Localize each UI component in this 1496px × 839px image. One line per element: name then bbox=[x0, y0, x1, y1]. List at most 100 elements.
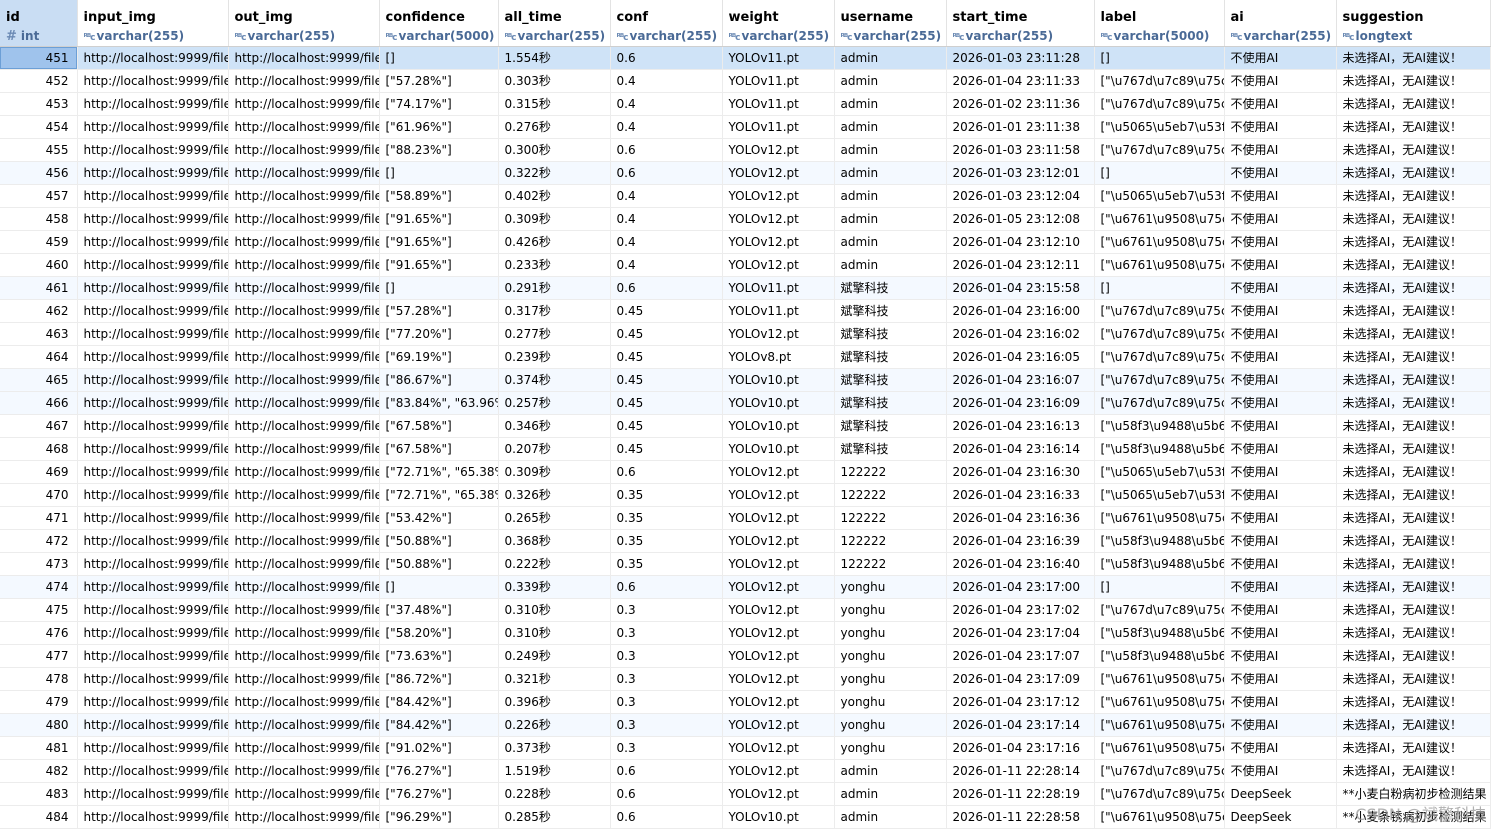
cell-out-img[interactable]: http://localhost:9999/file bbox=[228, 92, 380, 116]
cell-ai[interactable]: 不使用AI bbox=[1224, 115, 1337, 139]
cell-id[interactable]: 474 bbox=[0, 575, 78, 599]
cell-suggestion[interactable]: 未选择AI，无AI建议！ bbox=[1336, 69, 1491, 93]
cell-confidence[interactable]: ["57.28%"] bbox=[379, 69, 499, 93]
cell-input-img[interactable]: http://localhost:9999/file bbox=[77, 598, 229, 622]
cell-start-time[interactable]: 2026-01-04 23:17:09 bbox=[946, 667, 1095, 691]
cell-all-time[interactable]: 0.322秒 bbox=[498, 161, 611, 185]
cell-confidence[interactable]: ["86.72%"] bbox=[379, 667, 499, 691]
cell-username[interactable]: 斌擎科技 bbox=[834, 391, 947, 415]
cell-all-time[interactable]: 0.315秒 bbox=[498, 92, 611, 116]
cell-weight[interactable]: YOLOv10.pt bbox=[722, 368, 835, 392]
cell-ai[interactable]: 不使用AI bbox=[1224, 644, 1337, 668]
cell-start-time[interactable]: 2026-01-04 23:16:09 bbox=[946, 391, 1095, 415]
cell-label[interactable]: ["\u5065\u5eb7\u53f bbox=[1094, 184, 1225, 208]
cell-conf[interactable]: 0.45 bbox=[610, 322, 723, 346]
cell-username[interactable]: 斌擎科技 bbox=[834, 368, 947, 392]
cell-conf[interactable]: 0.3 bbox=[610, 690, 723, 714]
cell-conf[interactable]: 0.3 bbox=[610, 713, 723, 737]
cell-confidence[interactable]: ["67.58%"] bbox=[379, 437, 499, 461]
cell-suggestion[interactable]: 未选择AI，无AI建议！ bbox=[1336, 230, 1491, 254]
cell-username[interactable]: yonghu bbox=[834, 644, 947, 668]
cell-ai[interactable]: 不使用AI bbox=[1224, 690, 1337, 714]
cell-start-time[interactable]: 2026-01-04 23:16:33 bbox=[946, 483, 1095, 507]
cell-id[interactable]: 482 bbox=[0, 759, 78, 783]
cell-label[interactable]: ["\u767d\u7c89\u75c bbox=[1094, 368, 1225, 392]
cell-username[interactable]: admin bbox=[834, 253, 947, 277]
cell-input-img[interactable]: http://localhost:9999/file bbox=[77, 483, 229, 507]
cell-start-time[interactable]: 2026-01-04 23:15:58 bbox=[946, 276, 1095, 300]
cell-conf[interactable]: 0.6 bbox=[610, 575, 723, 599]
cell-suggestion[interactable]: 未选择AI，无AI建议！ bbox=[1336, 460, 1491, 484]
cell-all-time[interactable]: 0.257秒 bbox=[498, 391, 611, 415]
cell-weight[interactable]: YOLOv11.pt bbox=[722, 46, 835, 70]
cell-username[interactable]: admin bbox=[834, 782, 947, 806]
cell-confidence[interactable]: ["91.65%"] bbox=[379, 253, 499, 277]
cell-out-img[interactable]: http://localhost:9999/file bbox=[228, 736, 380, 760]
cell-input-img[interactable]: http://localhost:9999/file bbox=[77, 322, 229, 346]
cell-all-time[interactable]: 0.317秒 bbox=[498, 299, 611, 323]
table-row[interactable]: 484 http://localhost:9999/file http://loca… bbox=[0, 805, 1491, 829]
cell-confidence[interactable]: ["88.23%"] bbox=[379, 138, 499, 162]
cell-start-time[interactable]: 2026-01-04 23:17:02 bbox=[946, 598, 1095, 622]
cell-confidence[interactable]: ["83.84%", "63.96% bbox=[379, 391, 499, 415]
cell-start-time[interactable]: 2026-01-03 23:11:28 bbox=[946, 46, 1095, 70]
cell-id[interactable]: 463 bbox=[0, 322, 78, 346]
cell-all-time[interactable]: 0.291秒 bbox=[498, 276, 611, 300]
cell-confidence[interactable]: ["76.27%"] bbox=[379, 782, 499, 806]
cell-start-time[interactable]: 2026-01-04 23:17:14 bbox=[946, 713, 1095, 737]
cell-username[interactable]: 122222 bbox=[834, 460, 947, 484]
cell-out-img[interactable]: http://localhost:9999/file bbox=[228, 552, 380, 576]
cell-label[interactable]: ["\u767d\u7c89\u75c bbox=[1094, 69, 1225, 93]
cell-confidence[interactable]: [] bbox=[379, 575, 499, 599]
cell-label[interactable]: ["\u767d\u7c89\u75c bbox=[1094, 138, 1225, 162]
cell-id[interactable]: 483 bbox=[0, 782, 78, 806]
cell-conf[interactable]: 0.4 bbox=[610, 115, 723, 139]
cell-input-img[interactable]: http://localhost:9999/file bbox=[77, 115, 229, 139]
cell-username[interactable]: 斌擎科技 bbox=[834, 414, 947, 438]
cell-input-img[interactable]: http://localhost:9999/file bbox=[77, 184, 229, 208]
cell-ai[interactable]: 不使用AI bbox=[1224, 621, 1337, 645]
cell-weight[interactable]: YOLOv12.pt bbox=[722, 460, 835, 484]
cell-input-img[interactable]: http://localhost:9999/file bbox=[77, 276, 229, 300]
table-row[interactable]: 482 http://localhost:9999/file http://loca… bbox=[0, 759, 1491, 783]
cell-start-time[interactable]: 2026-01-04 23:16:36 bbox=[946, 506, 1095, 530]
column-header-weight[interactable]: weight ᴿᴮc varchar(255) bbox=[722, 0, 835, 47]
cell-ai[interactable]: 不使用AI bbox=[1224, 506, 1337, 530]
cell-conf[interactable]: 0.3 bbox=[610, 736, 723, 760]
cell-ai[interactable]: 不使用AI bbox=[1224, 299, 1337, 323]
cell-input-img[interactable]: http://localhost:9999/file bbox=[77, 782, 229, 806]
table-row[interactable]: 469 http://localhost:9999/file http://loca… bbox=[0, 460, 1491, 484]
cell-id[interactable]: 466 bbox=[0, 391, 78, 415]
cell-username[interactable]: yonghu bbox=[834, 736, 947, 760]
column-header-suggestion[interactable]: suggestion ᴿᴮc longtext bbox=[1336, 0, 1491, 47]
cell-label[interactable]: ["\u6761\u9508\u75c bbox=[1094, 230, 1225, 254]
table-row[interactable]: 483 http://localhost:9999/file http://loca… bbox=[0, 782, 1491, 806]
cell-conf[interactable]: 0.3 bbox=[610, 667, 723, 691]
table-row[interactable]: 475 http://localhost:9999/file http://loca… bbox=[0, 598, 1491, 622]
cell-conf[interactable]: 0.45 bbox=[610, 414, 723, 438]
table-row[interactable]: 453 http://localhost:9999/file http://loca… bbox=[0, 92, 1491, 116]
cell-out-img[interactable]: http://localhost:9999/file bbox=[228, 805, 380, 829]
cell-username[interactable]: yonghu bbox=[834, 667, 947, 691]
cell-id[interactable]: 471 bbox=[0, 506, 78, 530]
cell-all-time[interactable]: 0.239秒 bbox=[498, 345, 611, 369]
cell-ai[interactable]: 不使用AI bbox=[1224, 368, 1337, 392]
cell-weight[interactable]: YOLOv10.pt bbox=[722, 391, 835, 415]
cell-username[interactable]: yonghu bbox=[834, 598, 947, 622]
table-row[interactable]: 479 http://localhost:9999/file http://loca… bbox=[0, 690, 1491, 714]
cell-confidence[interactable]: ["77.20%"] bbox=[379, 322, 499, 346]
cell-label[interactable]: ["\u6761\u9508\u75c bbox=[1094, 207, 1225, 231]
cell-id[interactable]: 480 bbox=[0, 713, 78, 737]
cell-id[interactable]: 481 bbox=[0, 736, 78, 760]
cell-conf[interactable]: 0.4 bbox=[610, 230, 723, 254]
cell-suggestion[interactable]: 未选择AI，无AI建议！ bbox=[1336, 506, 1491, 530]
cell-confidence[interactable]: ["73.63%"] bbox=[379, 644, 499, 668]
cell-conf[interactable]: 0.6 bbox=[610, 161, 723, 185]
cell-input-img[interactable]: http://localhost:9999/file bbox=[77, 69, 229, 93]
cell-ai[interactable]: DeepSeek bbox=[1224, 805, 1337, 829]
cell-input-img[interactable]: http://localhost:9999/file bbox=[77, 713, 229, 737]
cell-confidence[interactable]: ["72.71%", "65.38% bbox=[379, 460, 499, 484]
cell-conf[interactable]: 0.6 bbox=[610, 782, 723, 806]
cell-label[interactable]: ["\u6761\u9508\u75c bbox=[1094, 690, 1225, 714]
table-row[interactable]: 452 http://localhost:9999/file http://loca… bbox=[0, 69, 1491, 93]
